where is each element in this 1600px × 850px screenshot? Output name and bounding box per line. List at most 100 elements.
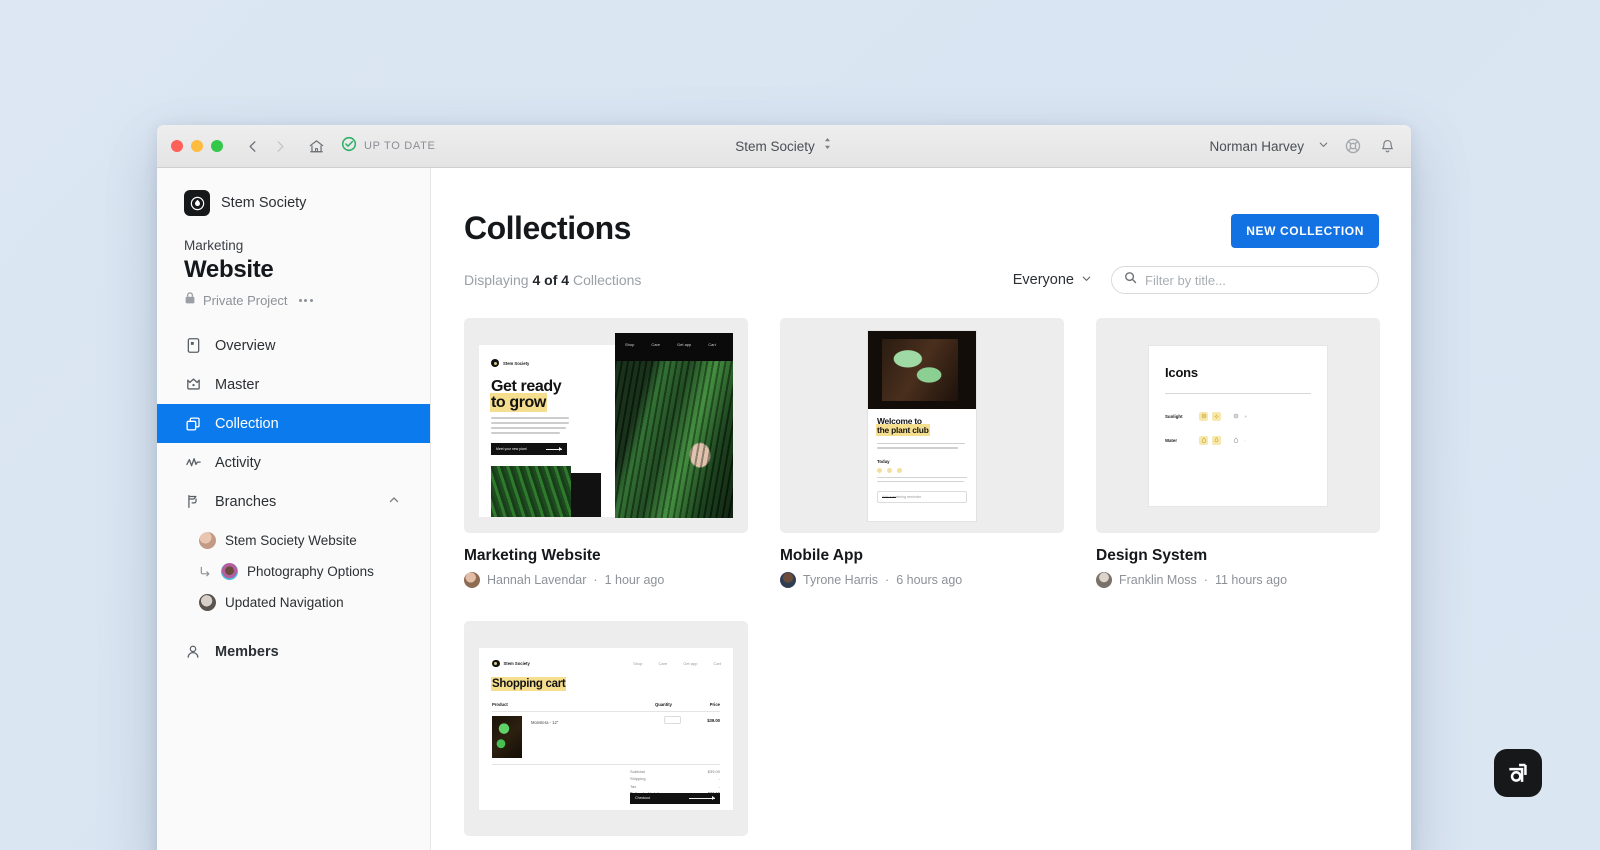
- back-icon[interactable]: [239, 133, 265, 159]
- crown-icon: [184, 376, 202, 394]
- collection-title: Marketing Website: [464, 547, 601, 564]
- collection-card[interactable]: Welcome to the plant club Today Add a wa…: [780, 318, 1064, 588]
- thumb-secondary-photo: [491, 466, 571, 517]
- help-icon[interactable]: [1343, 136, 1363, 156]
- thumb-checkout-label: Checkout: [635, 796, 651, 800]
- sidebar-item-master[interactable]: Master: [157, 365, 430, 404]
- close-window-button[interactable]: [171, 140, 183, 152]
- collection-card[interactable]: Stem Society Shop Care Get app Cart Shop…: [464, 621, 748, 850]
- collection-card[interactable]: Shop Care Get app Cart Stem Society Get …: [464, 318, 748, 588]
- thumb-title: Icons: [1165, 364, 1198, 380]
- search-icon: [1124, 271, 1137, 289]
- sidebar-item-activity[interactable]: Activity: [157, 443, 430, 482]
- collection-thumbnail: Stem Society Shop Care Get app Cart Shop…: [464, 621, 748, 836]
- window-body: Stem Society Marketing Website Private P…: [157, 168, 1411, 850]
- branch-nested-arrow-icon: [199, 565, 212, 578]
- thumb-icon-small: ◦: [1244, 437, 1246, 443]
- thumb-nav-link: Shop: [625, 342, 635, 347]
- sync-status-label: UP TO DATE: [364, 140, 436, 152]
- thumb-title-text: Shopping cart: [492, 677, 566, 690]
- notifications-bell-icon[interactable]: [1377, 136, 1397, 156]
- summary-label: Shipping: [630, 776, 646, 782]
- marketing-website-artwork: Shop Care Get app Cart Stem Society Get …: [479, 333, 733, 518]
- branch-icon: [184, 493, 202, 511]
- thumb-icon-small: ☀: [1244, 413, 1248, 419]
- sun-icon: [1231, 412, 1240, 421]
- desktop-background: UP TO DATE Stem Society Norman Harvey St…: [0, 0, 1600, 850]
- summary-value: $39.00: [707, 768, 720, 774]
- collection-thumbnail: Shop Care Get app Cart Stem Society Get …: [464, 318, 748, 533]
- titlebar-right-group: Norman Harvey: [1209, 125, 1397, 167]
- activity-icon: [184, 454, 202, 472]
- new-collection-button[interactable]: NEW COLLECTION: [1231, 214, 1379, 248]
- collection-thumbnail: Icons Sunlight ☀ Water ◦: [1096, 318, 1380, 533]
- organization-switcher-icon[interactable]: [822, 136, 833, 156]
- sun-icon: [1212, 411, 1221, 421]
- home-icon[interactable]: [303, 133, 329, 159]
- project-visibility-label: Private Project: [203, 293, 288, 308]
- sidebar-item-label: Overview: [215, 337, 276, 354]
- user-menu-label[interactable]: Norman Harvey: [1209, 139, 1304, 154]
- thumb-nav-link: Care: [651, 342, 661, 347]
- thumb-nav-link: Get app: [683, 660, 698, 666]
- collection-meta: Franklin Moss · 11 hours ago: [1096, 572, 1380, 588]
- thumb-product-name: Monstera - 12": [531, 719, 559, 725]
- lock-icon: [184, 291, 196, 310]
- summary-label: Subtotal: [630, 768, 645, 774]
- sidebar-item-label: Master: [215, 376, 260, 393]
- project-team-name: Marketing: [184, 238, 244, 253]
- abstract-app-badge[interactable]: [1494, 749, 1542, 797]
- collections-toolbar: Displaying 4 of 4 Collections Everyone: [464, 266, 1379, 294]
- avatar: [199, 532, 216, 549]
- maximize-window-button[interactable]: [211, 140, 223, 152]
- chevron-up-icon[interactable]: [388, 493, 400, 511]
- audience-filter-label: Everyone: [1012, 272, 1074, 288]
- thumb-table-header: Product Quantity Price: [492, 702, 720, 712]
- thumb-title: Shopping cart: [492, 677, 566, 690]
- search-input[interactable]: [1145, 272, 1366, 288]
- branch-item-updated-navigation[interactable]: Updated Navigation: [157, 587, 430, 618]
- branch-item-photography-options[interactable]: Photography Options: [157, 556, 430, 587]
- forward-icon[interactable]: [267, 133, 293, 159]
- collection-card[interactable]: Icons Sunlight ☀ Water ◦ Design System F…: [1096, 318, 1380, 588]
- collection-thumbnail: Welcome to the plant club Today Add a wa…: [780, 318, 1064, 533]
- branch-label: Photography Options: [247, 564, 374, 579]
- thumb-column-header: Quantity: [655, 701, 672, 707]
- sun-icon: [1199, 411, 1208, 421]
- sidebar-item-branches[interactable]: Branches: [157, 482, 430, 521]
- sidebar-item-collection[interactable]: Collection: [157, 404, 430, 443]
- sidebar-item-label: Branches: [215, 493, 277, 510]
- chevron-down-icon: [1081, 271, 1092, 289]
- audience-filter-select[interactable]: Everyone: [1013, 271, 1092, 289]
- sidebar-item-members[interactable]: Members: [157, 632, 430, 671]
- thumb-nav-link: Cart: [713, 660, 721, 666]
- sidebar-item-label: Members: [215, 643, 279, 660]
- branch-item-stem-society-website[interactable]: Stem Society Website: [157, 525, 430, 556]
- project-block: Marketing Website Private Project: [157, 216, 430, 310]
- thumb-column-header: Price: [709, 701, 720, 707]
- sidebar-item-overview[interactable]: Overview: [157, 326, 430, 365]
- water-drop-icon: [1231, 436, 1240, 445]
- collection-icon: [184, 415, 202, 433]
- thumb-product-price: $39.00: [707, 717, 720, 723]
- meta-separator: ·: [885, 573, 890, 587]
- organization-name: Stem Society: [221, 195, 307, 211]
- thumb-tips: [877, 476, 967, 485]
- overview-icon: [184, 337, 202, 355]
- minimize-window-button[interactable]: [191, 140, 203, 152]
- thumb-cta-label: Meet your new plant: [496, 447, 527, 451]
- meta-separator: ·: [593, 573, 598, 587]
- person-icon: [184, 643, 202, 661]
- organization-row[interactable]: Stem Society: [157, 168, 430, 216]
- window-traffic-lights: [171, 140, 223, 152]
- check-circle-icon: [341, 136, 357, 157]
- summary-value: -: [718, 776, 720, 782]
- thumb-brand-name: Stem Society: [503, 360, 530, 366]
- avatar: [199, 594, 216, 611]
- thumb-headline: Welcome to the plant club: [877, 416, 929, 436]
- project-more-options-icon[interactable]: [298, 298, 314, 303]
- chevron-down-icon[interactable]: [1318, 137, 1329, 155]
- search-field[interactable]: [1111, 266, 1379, 294]
- displaying-count-text: Displaying 4 of 4 Collections: [464, 272, 641, 288]
- thumb-product-image: [492, 715, 522, 758]
